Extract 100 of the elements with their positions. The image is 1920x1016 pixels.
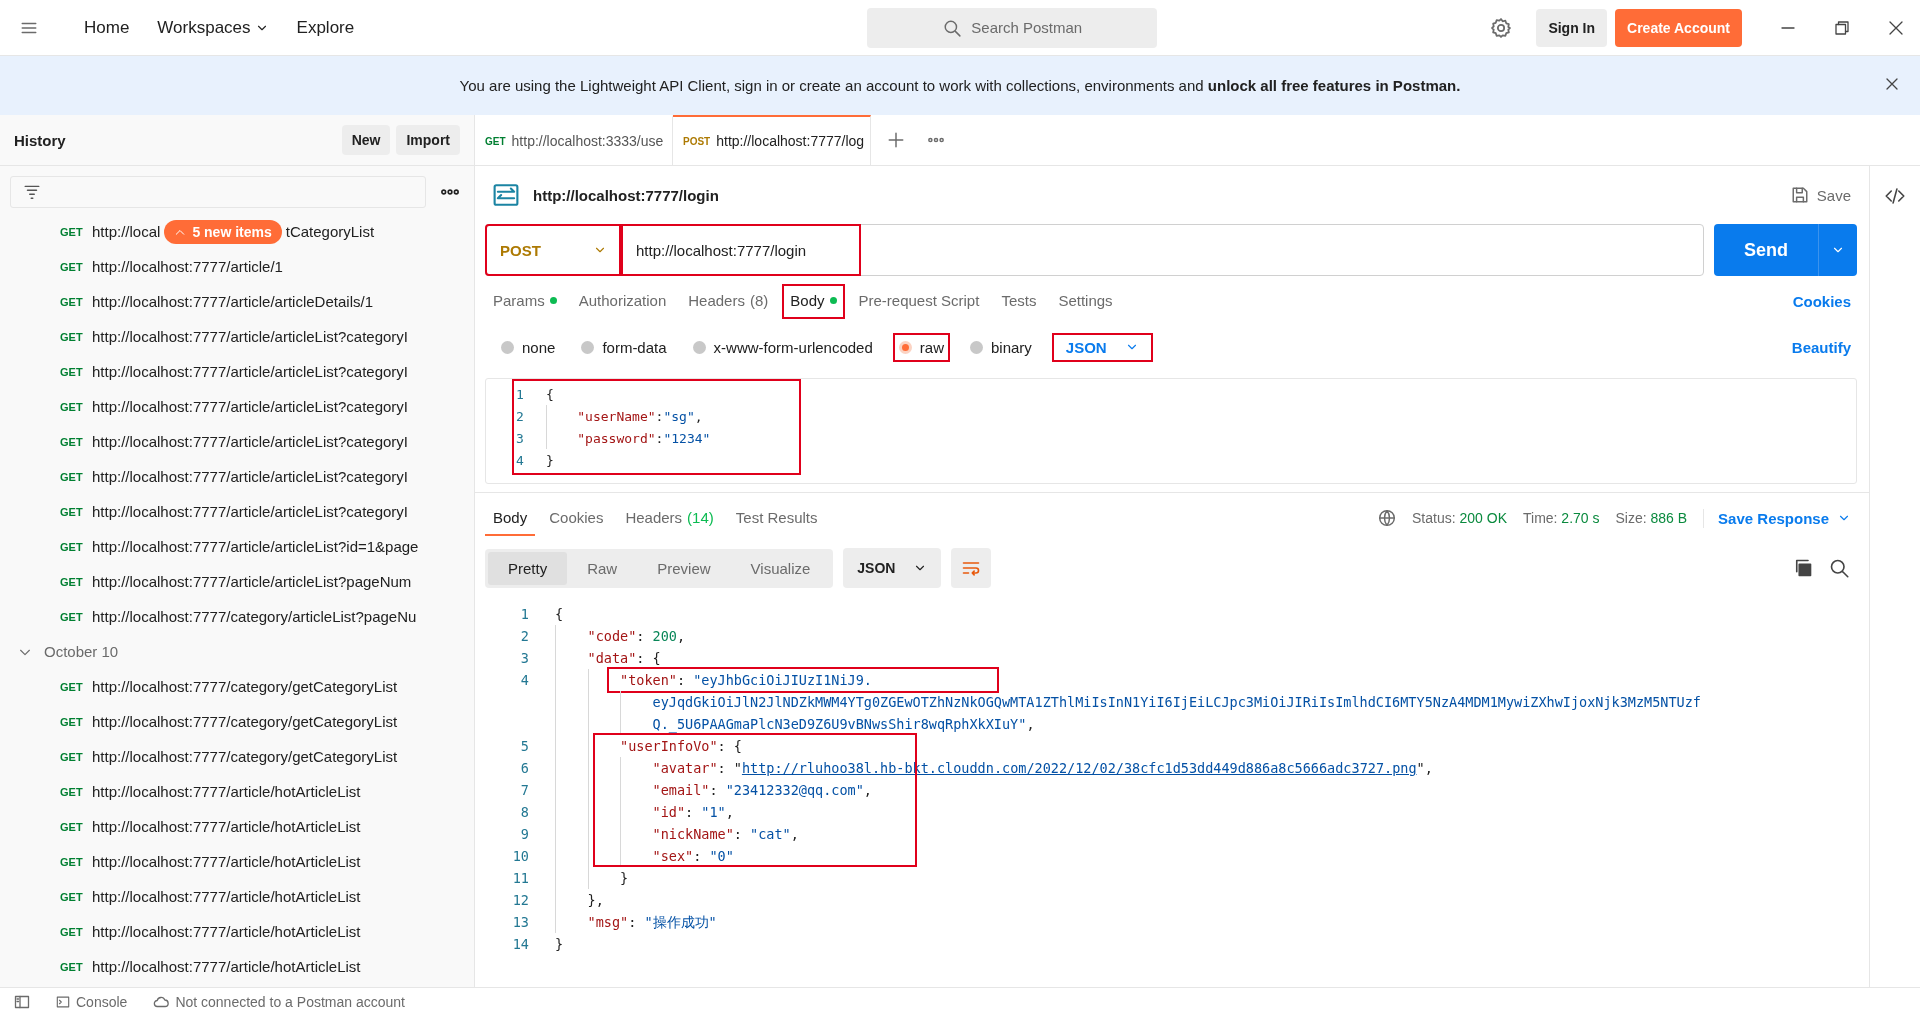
nav-menu-item[interactable]: Home <box>74 11 140 44</box>
request-section-tab[interactable]: Params <box>485 283 565 319</box>
view-mode-tab[interactable]: Visualize <box>730 551 831 585</box>
history-item[interactable]: GET http://localhost:7777/article/articleList?categoryI <box>0 494 474 529</box>
history-item[interactable]: GET http://localhost:7777/article/articleList?categoryI <box>0 389 474 424</box>
connection-status: Not connected to a Postman account <box>153 994 405 1010</box>
response-tab[interactable]: Test Results <box>727 500 826 536</box>
plus-icon[interactable] <box>887 131 905 149</box>
code-text: } <box>546 452 554 468</box>
history-item[interactable]: GET http://localhost:7777/article/articleList?categoryI <box>0 459 474 494</box>
history-item[interactable]: GET http://localhost:7777/article/hotArticleList <box>0 949 474 984</box>
history-item[interactable]: GET http://localhost:7777/article/articleList?categoryI <box>0 319 474 354</box>
code-text: : " <box>717 759 742 778</box>
search-icon[interactable] <box>1829 558 1849 578</box>
wrap-lines-button[interactable] <box>951 548 992 588</box>
sidebar-toggle-icon[interactable] <box>14 994 30 1010</box>
line-number: 5 <box>519 737 530 756</box>
cloud-icon <box>153 994 170 1010</box>
history-item[interactable]: GET http://localhost:7777/article/hotArticleList <box>0 879 474 914</box>
search-field[interactable]: Search Postman <box>867 7 1158 48</box>
request-section-tab[interactable]: Pre-request Script <box>850 283 988 319</box>
body-type-radio[interactable]: binary <box>963 332 1038 362</box>
history-group[interactable]: October 10 <box>0 634 474 669</box>
format-dropdown[interactable]: JSON <box>843 548 942 588</box>
view-mode-tab[interactable]: Preview <box>637 551 731 585</box>
beautify-link[interactable]: Beautify <box>1785 337 1857 357</box>
nav-menu-item[interactable]: Workspaces <box>147 11 279 44</box>
method-label: GET <box>60 750 82 763</box>
request-url: http://localhost:7777/category/articleList?pageNu <box>92 608 417 625</box>
history-item[interactable]: GET http://localhost:7777/article/hotArticleList <box>0 774 474 809</box>
nav-menu-item[interactable]: Explore <box>286 11 365 44</box>
request-section-tab[interactable]: Settings <box>1050 283 1121 319</box>
cookies-link[interactable]: Cookies <box>1786 291 1857 311</box>
history-item[interactable]: GET http://localhost:7777/article/articleList?id=1&page <box>0 529 474 564</box>
request-section-tab[interactable]: Headers (8) <box>680 283 777 319</box>
request-url: http://localhost:7777/article/hotArticleList <box>92 783 361 800</box>
response-metric: Size: 886 B <box>1615 510 1688 526</box>
request-tab[interactable]: POST http://localhost:7777/log <box>673 115 871 165</box>
history-item[interactable]: GET http://localhost:7777/article/articleList?categoryI <box>0 424 474 459</box>
banner-message: You are using the Lightweight API Client, sign in or create an account to work with collections, environments and unlock all free features in Postman. <box>459 77 1461 94</box>
method-dropdown[interactable]: POST <box>485 224 621 276</box>
copy-icon[interactable] <box>1793 558 1813 578</box>
request-url: http://localhost:7777/article/hotArticleList <box>92 923 361 940</box>
save-button[interactable]: Save <box>1784 185 1857 205</box>
code-text: 200 <box>652 627 677 646</box>
save-icon <box>1790 186 1809 204</box>
history-item[interactable]: GET http://localhost:7777/article/articleDetails/1 <box>0 284 474 319</box>
request-url: http://local <box>92 223 161 240</box>
request-section-tab[interactable]: Tests <box>993 283 1045 319</box>
history-item[interactable]: GET http://localhost:7777/article/articleList?pageNum <box>0 564 474 599</box>
request-url: http://localhost:7777/category/getCategoryList <box>92 748 398 765</box>
body-type-radio[interactable]: none <box>495 332 562 362</box>
view-mode-tab[interactable]: Raw <box>567 551 638 585</box>
line-number: 4 <box>519 671 530 690</box>
method-label: GET <box>60 960 82 973</box>
history-item[interactable]: GET http://localhost:7777/category/articleList?pageNu <box>0 599 474 634</box>
history-item[interactable]: GET http://localhost:7777/article/hotArticleList <box>0 844 474 879</box>
sign-in-button[interactable]: Sign In <box>1536 8 1608 47</box>
code-text: , <box>694 408 703 424</box>
method-label: GET <box>60 575 82 588</box>
code-text: : { <box>636 649 661 668</box>
sidebar-button[interactable]: Import <box>396 125 460 155</box>
code-text: Q._5U6PAAGmaPlcN3eD9Z6U9vBNwsShir8wqRphXkXIuY" <box>652 715 1027 735</box>
response-tab[interactable]: Headers (14) <box>617 500 722 536</box>
save-response-button[interactable]: Save Response <box>1703 508 1857 528</box>
response-tab[interactable]: Body <box>485 500 536 536</box>
history-item[interactable]: GET http://localhost:7777/article/articleList?categoryI <box>0 354 474 389</box>
history-item[interactable]: GET http://localhost:7777/category/getCategoryList <box>0 739 474 774</box>
response-tab[interactable]: Cookies <box>541 500 612 536</box>
method-label: GET <box>60 295 82 308</box>
response-metric: Time: 2.70 s <box>1523 510 1600 526</box>
settings-icon[interactable] <box>1490 16 1513 39</box>
method-label: GET <box>60 225 82 238</box>
console-button[interactable]: Console <box>50 993 134 1011</box>
view-mode-tab[interactable]: Pretty <box>488 551 568 585</box>
code-text: : <box>628 913 638 932</box>
history-item[interactable]: GET http://localhost:7777/category/getCategoryList <box>0 669 474 704</box>
line-number: 7 <box>519 781 530 800</box>
filter-field[interactable] <box>10 176 426 208</box>
history-item[interactable]: GET http://localhost:7777/article/1 <box>0 249 474 284</box>
code-text: "1234" <box>663 430 711 446</box>
body-type-radio[interactable]: x-www-form-urlencoded <box>686 332 879 362</box>
line-number: 8 <box>519 803 530 822</box>
history-item[interactable]: GET http://localhost:7777/article/hotArticleList <box>0 809 474 844</box>
sidebar-button[interactable]: New <box>341 125 391 155</box>
close-icon[interactable] <box>1884 76 1900 92</box>
history-item[interactable]: GET http://localhost:7777/article/hotArticleList <box>0 914 474 949</box>
history-item[interactable]: GET http://local 5 new items tCategoryList <box>0 214 474 249</box>
request-url: http://localhost:7777/category/getCategoryList <box>92 678 398 695</box>
format-dropdown[interactable]: JSON <box>1051 332 1153 362</box>
close-icon[interactable] <box>1888 19 1904 36</box>
body-type-radio[interactable]: raw <box>892 332 950 362</box>
request-section-tab[interactable]: Authorization <box>570 283 675 319</box>
history-item[interactable]: GET http://localhost:7777/category/getCategoryList <box>0 704 474 739</box>
code-text: "操作成功" <box>644 913 717 932</box>
body-type-radio[interactable]: form-data <box>575 332 673 362</box>
request-section-tab[interactable]: Body <box>782 283 845 319</box>
restore-icon[interactable] <box>1834 19 1850 36</box>
request-body-editor[interactable]: 1 { 2 "userName":"sg", 3 "password":"1234" 4 } <box>485 378 1857 484</box>
code-icon[interactable] <box>1885 186 1905 206</box>
